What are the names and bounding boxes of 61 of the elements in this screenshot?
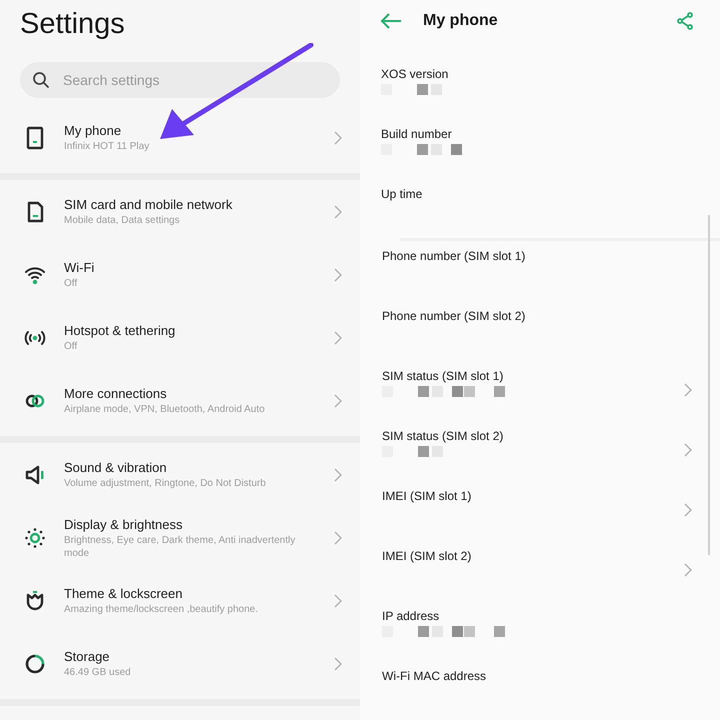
settings-item[interactable]: Storage 46.49 GB used [0, 632, 360, 695]
chevron-icon [334, 204, 342, 218]
info-label: Wi-Fi MAC address [382, 668, 488, 684]
redacted-value [381, 84, 442, 95]
share-icon[interactable] [676, 12, 694, 30]
item-subtitle: Mobile data, Data settings [64, 214, 181, 227]
back-arrow-icon[interactable] [380, 13, 402, 29]
chevron-icon [334, 530, 342, 544]
item-subtitle: Airplane mode, VPN, Bluetooth, Android Auto [64, 403, 266, 416]
chevron-icon [684, 503, 692, 517]
settings-item[interactable]: SIM card and mobile network Mobile data, Data settings [0, 180, 360, 243]
page-title: Settings [19, 7, 126, 42]
chevron-icon [684, 563, 692, 577]
chevron-icon [334, 268, 342, 282]
settings-item[interactable]: My phone Infinix HOT 11 Play [0, 106, 360, 169]
redacted-value [382, 446, 443, 457]
settings-item[interactable]: Theme & lockscreen Amazing theme/lockscreen ,beautify phone. [0, 569, 360, 632]
info-label: IP address [382, 608, 440, 624]
settings-item[interactable]: Sound & vibration Volume adjustment, Ringtone, Do Not Disturb [0, 443, 360, 506]
search-field[interactable]: Search settings [20, 62, 340, 98]
settings-item[interactable]: Display & brightness Brightness, Eye care, Dark theme, Anti inadvertently mode [0, 506, 360, 569]
item-title: Sound & vibration [64, 459, 168, 476]
chevron-icon [334, 656, 342, 670]
info-label: Phone number (SIM slot 2) [382, 308, 526, 324]
info-label: Build number [381, 126, 453, 142]
item-subtitle: Amazing theme/lockscreen ,beautify phone. [64, 603, 259, 616]
item-subtitle: Off [64, 277, 78, 290]
item-subtitle: Volume adjustment, Ringtone, Do Not Disturb [64, 477, 267, 490]
item-title: Wi-Fi [64, 259, 96, 276]
info-label: IMEI (SIM slot 1) [382, 488, 472, 504]
item-subtitle: 46.49 GB used [64, 666, 132, 679]
screen-title: My phone [423, 11, 499, 31]
sun-icon [23, 526, 47, 550]
chevron-icon [684, 383, 692, 397]
item-subtitle: Infinix HOT 11 Play [64, 140, 150, 153]
item-title: Storage [64, 648, 111, 665]
settings-item[interactable]: Hotspot & tethering Off [0, 306, 360, 369]
info-label: Up time [381, 186, 424, 202]
chevron-icon [334, 330, 342, 344]
info-label: IMEI (SIM slot 2) [382, 548, 472, 564]
info-label: SIM status (SIM slot 1) [382, 368, 504, 384]
settings-item[interactable]: Wi-Fi Off [0, 243, 360, 306]
storage-ring-icon [23, 652, 47, 676]
chevron-icon [334, 468, 342, 482]
info-label: XOS version [381, 66, 450, 82]
chevron-icon [334, 594, 342, 608]
settings-item[interactable]: More connections Airplane mode, VPN, Bluetooth, Android Auto [0, 369, 360, 432]
item-title: Theme & lockscreen [64, 585, 184, 602]
info-label: Phone number (SIM slot 1) [382, 248, 526, 264]
search-icon [32, 71, 50, 89]
item-title: Hotspot & tethering [64, 322, 176, 339]
info-label: SIM status (SIM slot 2) [382, 428, 504, 444]
item-subtitle: Off [64, 340, 78, 353]
item-subtitle: Brightness, Eye care, Dark theme, Anti inadvertently mode [64, 534, 296, 560]
chevron-icon [334, 394, 342, 408]
item-title: My phone [64, 122, 122, 139]
item-title: SIM card and mobile network [64, 196, 234, 213]
chevron-icon [684, 443, 692, 457]
chevron-icon [334, 130, 342, 144]
item-title: Display & brightness [64, 516, 184, 532]
item-title: More connections [64, 385, 168, 402]
